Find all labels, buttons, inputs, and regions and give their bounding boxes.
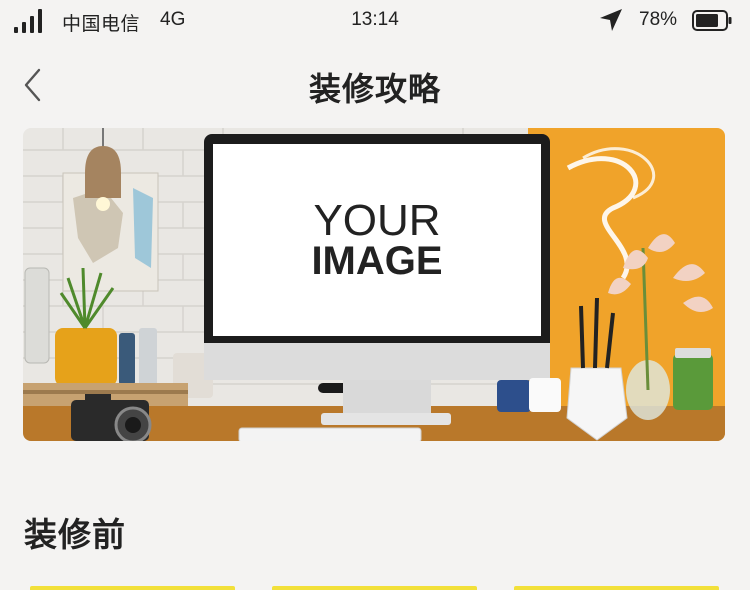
section-title: 装修前 — [24, 516, 126, 553]
screen-text-line2: IMAGE — [311, 239, 442, 283]
battery-icon — [692, 10, 732, 31]
card-preview[interactable] — [30, 586, 235, 590]
status-time: 13:14 — [351, 9, 399, 30]
location-arrow-icon — [600, 9, 622, 31]
card-preview[interactable] — [514, 586, 719, 590]
banner-image[interactable]: YOUR IMAGE — [23, 128, 725, 441]
page-title: 装修攻略 — [308, 71, 441, 107]
battery-percent: 78% — [639, 9, 678, 30]
status-bar: 中国电信 4G 13:14 78% — [0, 0, 750, 40]
navigation-bar: 装修攻略 — [0, 50, 750, 120]
screen-text-line1: YOUR — [313, 196, 440, 245]
card-preview[interactable] — [272, 586, 477, 590]
